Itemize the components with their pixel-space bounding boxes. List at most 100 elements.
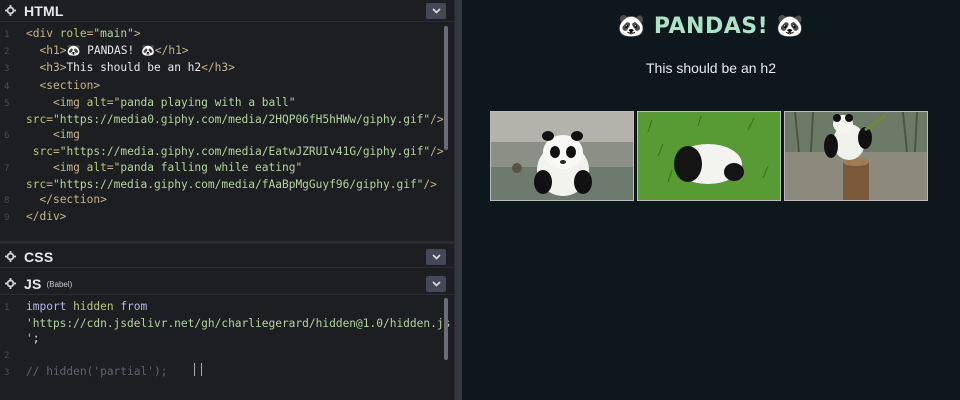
line-number: 6 <box>4 131 10 142</box>
css-pane-header[interactable]: CSS <box>0 246 454 268</box>
code-token: /> <box>430 145 444 159</box>
code-line[interactable]: 5 <img alt="panda playing with a ball" <box>0 95 446 112</box>
js-pane-title: JS <box>24 275 42 292</box>
code-token: src <box>32 145 53 159</box>
line-number: 7 <box>4 163 10 174</box>
code-line[interactable]: 3 <h3>This should be an h2</h3> <box>0 60 446 77</box>
code-line[interactable]: 'https://cdn.jsdelivr.net/gh/charliegera… <box>0 316 450 331</box>
code-token: This should be an h2 <box>66 61 202 75</box>
line-number: 3 <box>4 367 10 378</box>
code-line[interactable]: 2 <box>0 347 446 364</box>
css-collapse-button[interactable] <box>426 249 446 265</box>
html-pane-header[interactable]: HTML <box>0 0 454 22</box>
code-line[interactable]: '; <box>0 331 446 346</box>
code-token: = <box>52 145 60 159</box>
code-token: </section> <box>39 193 107 207</box>
code-line[interactable]: 9 </div> <box>0 209 446 226</box>
line-number: 4 <box>4 81 10 92</box>
code-token: 🐼 PANDAS! 🐼 <box>66 44 155 58</box>
line-number: 2 <box>4 350 10 361</box>
html-pane-title: HTML <box>24 2 64 19</box>
code-token: "panda playing with a ball" <box>113 95 296 109</box>
code-token: <div <box>26 27 60 40</box>
code-line[interactable]: src="https://media0.giphy.com/media/2HQP… <box>0 112 446 127</box>
gear-icon[interactable] <box>2 249 18 265</box>
code-line[interactable]: 6 <img <box>0 127 446 144</box>
text-cursor-icon <box>194 363 202 376</box>
js-code-editor[interactable]: 1 import hidden from 'https://cdn.jsdelivr… <box>0 299 450 381</box>
line-number: 3 <box>4 64 10 75</box>
code-token: <h1> <box>39 44 67 58</box>
code-line[interactable]: 4 <section> <box>0 78 446 95</box>
code-token: <h3> <box>39 61 67 75</box>
gear-icon[interactable] <box>2 3 18 19</box>
code-token: src <box>26 177 47 191</box>
code-line[interactable]: 3 // hidden('partial'); <box>0 364 446 381</box>
line-number: 8 <box>4 196 10 207</box>
code-token: src <box>26 113 47 127</box>
preview-panel: 🐼 PANDAS! 🐼 This should be an h2 <box>462 0 960 400</box>
html-code-editor[interactable]: 1 <div role = "main"> 2 <h1>🐼 PANDAS! 🐼</h1>… <box>0 26 446 226</box>
js-collapse-button[interactable] <box>426 276 446 292</box>
html-collapse-button[interactable] <box>426 3 446 19</box>
preview-subheading: This should be an h2 <box>646 60 776 76</box>
css-pane-title: CSS <box>24 248 54 265</box>
code-token: </h1> <box>154 44 189 58</box>
preview-heading: 🐼 PANDAS! 🐼 <box>617 14 805 39</box>
code-token: = <box>46 177 53 191</box>
code-token: "main" <box>93 27 134 40</box>
code-line[interactable]: src="https://media.giphy.com/media/EatwJ… <box>0 144 446 159</box>
code-token: "panda falling while eating" <box>113 160 303 174</box>
code-token: = <box>106 95 114 109</box>
code-token: </div> <box>26 210 67 224</box>
code-token: = <box>106 160 114 174</box>
chevron-down-icon <box>431 8 441 14</box>
code-token: ' <box>26 332 33 346</box>
js-pane-subtitle: (Babel) <box>46 280 73 289</box>
code-token: </h3> <box>201 61 235 75</box>
js-scrollbar[interactable] <box>444 298 448 360</box>
code-token: // hidden('partial'); <box>26 364 168 378</box>
gear-icon[interactable] <box>2 276 18 292</box>
panda-eating-image <box>784 111 928 201</box>
code-token: = <box>46 113 53 127</box>
code-line[interactable]: 7 <img alt="panda falling while eating" <box>0 160 446 177</box>
code-token: <img <box>52 95 87 109</box>
code-token: alt <box>86 95 107 109</box>
line-number: 1 <box>4 30 10 40</box>
code-line[interactable]: 1 import hidden from <box>0 299 446 316</box>
code-token: from <box>120 300 148 313</box>
pane-divider[interactable] <box>0 241 454 244</box>
panda-ball-image <box>490 111 634 201</box>
code-line[interactable]: 8 </section> <box>0 192 446 209</box>
code-line[interactable]: src="https://media.giphy.com/media/fAaBp… <box>0 177 446 192</box>
gif-section <box>490 111 928 201</box>
code-token: hidden <box>73 300 121 313</box>
code-line[interactable]: 1 <div role="main"> <box>0 26 446 43</box>
code-token: /> <box>430 113 444 127</box>
html-scrollbar[interactable] <box>444 26 448 150</box>
code-token: <img <box>52 160 87 174</box>
code-token: alt <box>86 160 107 174</box>
code-token: "https://media.giphy.com/media/EatwJZRUI… <box>59 145 431 159</box>
chevron-down-icon <box>431 281 441 287</box>
panda-grass-image <box>637 111 781 201</box>
line-number: 1 <box>4 303 10 313</box>
editor-column: HTML 1 <div role = "main"> 2 <h1>🐼 PANDAS! 🐼… <box>0 0 454 400</box>
code-token: 'https://cdn.jsdelivr.net/gh/charliegera… <box>26 317 451 331</box>
js-pane-header[interactable]: JS (Babel) <box>0 273 454 295</box>
code-token: <section> <box>39 78 101 92</box>
code-token: ; <box>32 332 40 346</box>
line-number: 2 <box>4 47 10 58</box>
code-line[interactable]: 2 <h1>🐼 PANDAS! 🐼</h1> <box>0 43 446 60</box>
code-token: <img <box>52 128 80 142</box>
code-token: "https://media.giphy.com/media/fAaBpMgGu… <box>52 177 424 191</box>
chevron-down-icon <box>431 254 441 260</box>
code-token: "https://media0.giphy.com/media/2HQP06fH… <box>52 113 431 127</box>
